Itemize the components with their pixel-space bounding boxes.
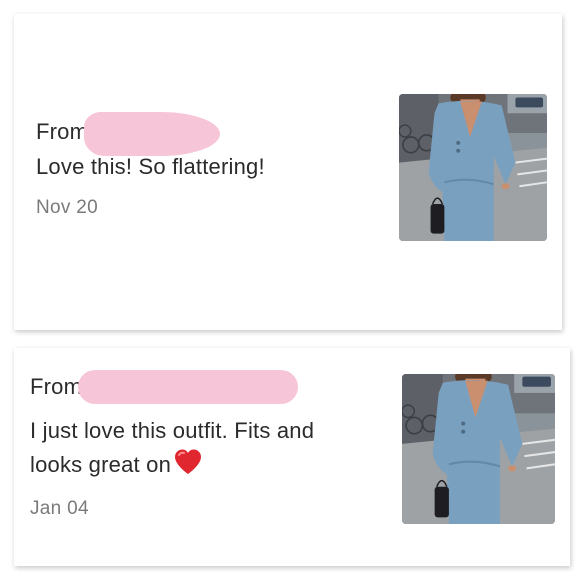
from-label: From: [36, 119, 89, 144]
outfit-thumbnail[interactable]: [402, 374, 555, 524]
outfit-photo-icon: [402, 374, 555, 524]
outfit-photo-icon: [399, 94, 547, 241]
comment-text: I just love this outfit. Fits and looks …: [30, 414, 360, 482]
comment-date: Nov 20: [36, 197, 99, 218]
sender-row: From: [30, 370, 299, 404]
comment-text: Love this! So flattering!: [36, 154, 265, 179]
red-heart-icon: [175, 449, 201, 474]
comment-card: From Love this! So flattering! Nov 20: [14, 14, 562, 330]
comment-card: From I just love this outfit. Fits and l…: [14, 348, 570, 566]
outfit-thumbnail[interactable]: [399, 94, 547, 241]
sender-row: From: [36, 110, 221, 156]
from-label: From: [30, 374, 83, 399]
comment-date: Jan 04: [30, 498, 89, 519]
redacted-sender-name: [78, 370, 299, 404]
